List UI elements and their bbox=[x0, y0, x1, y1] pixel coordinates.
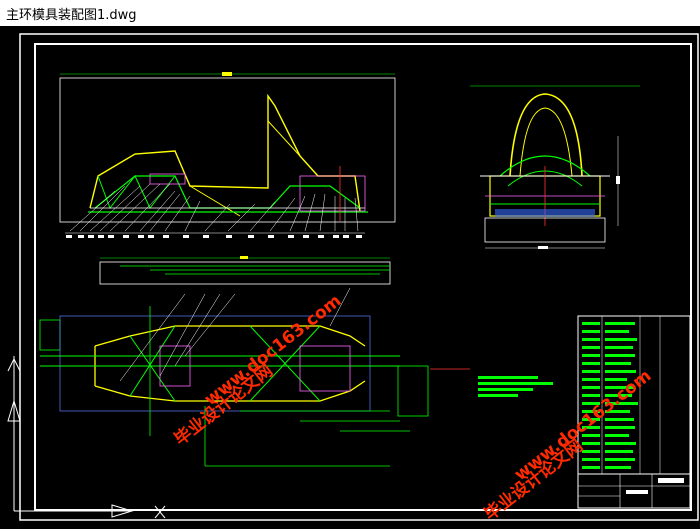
drawing-svg[interactable]: 毕业设计论文网 www.doc163.com 毕业设计论文网 www.doc16… bbox=[0, 26, 700, 525]
side-view bbox=[59, 72, 396, 238]
watermark-text-cn-2: 毕业设计论文网 bbox=[480, 435, 587, 525]
outer-frame bbox=[19, 33, 699, 521]
technical-notes bbox=[478, 376, 553, 397]
watermark-left: 毕业设计论文网 www.doc163.com bbox=[170, 291, 345, 450]
drawing-canvas[interactable]: 毕业设计论文网 www.doc163.com 毕业设计论文网 www.doc16… bbox=[0, 26, 700, 525]
watermark-text-url: www.doc163.com bbox=[201, 291, 346, 410]
front-view bbox=[470, 85, 640, 249]
ucs-axis-icon bbox=[7, 356, 166, 519]
window-title: 主环模具装配图1.dwg bbox=[6, 8, 137, 23]
inner-frame bbox=[34, 43, 692, 511]
title-bar: 主环模具装配图1.dwg bbox=[0, 0, 700, 27]
watermark-text-cn: 毕业设计论文网 bbox=[170, 360, 277, 450]
